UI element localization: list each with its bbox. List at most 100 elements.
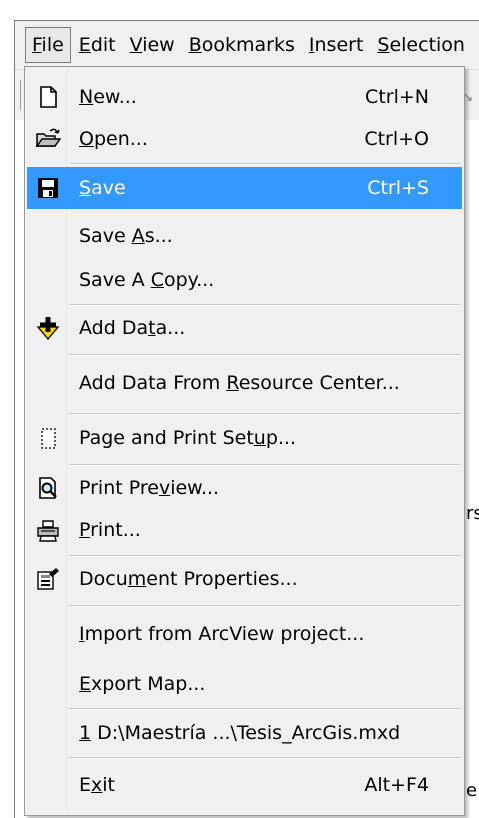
menu-file[interactable]: File xyxy=(25,27,71,63)
menu-selection-rest: election xyxy=(389,34,465,56)
menu-item-document-properties[interactable]: Document Properties... xyxy=(27,558,462,600)
menu-item-recent-file-1[interactable]: 1 D:\Maestría ...\Tesis_ArcGis.mxd xyxy=(27,712,462,754)
label-pre: Print Pre xyxy=(79,477,159,499)
label-pre: Add Da xyxy=(79,317,149,339)
label-pre: Page and Print Set xyxy=(79,427,254,449)
menu-item-save-shortcut: Ctrl+S xyxy=(367,177,429,199)
background-text-fragment: e xyxy=(466,780,478,801)
menu-item-new[interactable]: New... Ctrl+N xyxy=(27,76,462,118)
background-text-fragment: rsa xyxy=(466,503,479,524)
menu-separator xyxy=(69,413,460,415)
window-top-area xyxy=(0,0,479,20)
menu-item-save[interactable]: Save Ctrl+S xyxy=(27,167,462,209)
menu-insert[interactable]: Insert xyxy=(303,28,370,62)
label-mnemonic: S xyxy=(79,177,92,199)
label-post: s... xyxy=(144,225,173,247)
label-post: opy... xyxy=(164,269,215,291)
menu-selection[interactable]: Selection xyxy=(371,28,471,62)
menu-item-recent-file-1-label: 1 D:\Maestría ...\Tesis_ArcGis.mxd xyxy=(79,712,400,754)
menu-insert-rest: nsert xyxy=(314,34,364,56)
new-document-icon xyxy=(35,84,61,110)
menu-separator xyxy=(69,605,460,607)
menu-item-print-label: Print... xyxy=(79,509,141,551)
label-post: esource Center... xyxy=(238,372,400,394)
menu-item-save-a-copy[interactable]: Save A Copy... xyxy=(27,259,462,301)
label-post: it xyxy=(102,774,115,796)
label-post: a... xyxy=(155,317,186,339)
label-post: rint... xyxy=(90,519,141,541)
menu-file-rest: ile xyxy=(41,34,64,56)
menu-item-document-properties-label: Document Properties... xyxy=(79,558,298,600)
menu-item-save-as-label: Save As... xyxy=(79,215,173,257)
menu-item-page-print-setup[interactable]: Page and Print Setup... xyxy=(27,417,462,459)
menu-view[interactable]: View xyxy=(124,28,181,62)
printer-icon xyxy=(35,517,61,543)
menu-bar: File Edit View Bookmarks Insert Selectio… xyxy=(15,21,479,69)
label-post: iew... xyxy=(170,477,220,499)
label-pre: Add Data From xyxy=(79,372,227,394)
label-post: mport from ArcView project... xyxy=(84,623,365,645)
label-pre: E xyxy=(79,774,92,796)
file-menu-dropdown: New... Ctrl+N Open... Ctrl+O Save Ctrl+S… xyxy=(24,66,465,816)
menu-item-add-data[interactable]: Add Data... xyxy=(27,307,462,349)
menu-bookmarks-mnemonic: B xyxy=(188,34,202,56)
label-post: ent Properties... xyxy=(146,568,298,590)
menu-item-save-as[interactable]: Save As... xyxy=(27,215,462,257)
label-mnemonic: v xyxy=(158,477,171,499)
menu-item-save-a-copy-label: Save A Copy... xyxy=(79,259,214,301)
label-mnemonic: P xyxy=(79,519,91,541)
label-pre: Docu xyxy=(79,568,128,590)
menu-edit[interactable]: Edit xyxy=(73,28,122,62)
menu-item-print-preview[interactable]: Print Preview... xyxy=(27,467,462,509)
label-mnemonic: O xyxy=(79,128,94,150)
menu-item-export-map[interactable]: Export Map... xyxy=(27,663,462,705)
label-post: xport Map... xyxy=(91,673,206,695)
menu-separator xyxy=(69,354,460,356)
label-mnemonic: u xyxy=(253,427,266,449)
menu-separator xyxy=(69,708,460,710)
menu-item-add-data-label: Add Data... xyxy=(79,307,185,349)
menu-separator xyxy=(69,464,460,466)
label-mnemonic: x xyxy=(91,774,103,796)
menu-item-open-label: Open... xyxy=(79,118,148,160)
menu-separator xyxy=(69,304,460,306)
label-mnemonic: N xyxy=(79,86,94,108)
menu-edit-mnemonic: E xyxy=(78,34,91,56)
window-border-left xyxy=(14,20,15,818)
menu-item-import-arcview[interactable]: Import from ArcView project... xyxy=(27,613,462,655)
menu-item-new-label: New... xyxy=(79,76,137,118)
menu-item-exit-label: Exit xyxy=(79,764,115,806)
label-post: D:\Maestría ...\Tesis_ArcGis.mxd xyxy=(91,722,401,744)
menu-item-import-arcview-label: Import from ArcView project... xyxy=(79,613,364,655)
label-pre: Save A xyxy=(79,269,151,291)
label-post: ew... xyxy=(93,86,137,108)
open-folder-icon xyxy=(35,126,62,152)
menu-item-add-data-resource-center[interactable]: Add Data From Resource Center... xyxy=(27,362,462,404)
menu-separator xyxy=(69,555,460,557)
menu-item-exit-shortcut: Alt+F4 xyxy=(364,774,429,796)
menu-file-mnemonic: F xyxy=(32,34,42,56)
label-mnemonic: E xyxy=(79,673,92,695)
label-mnemonic: m xyxy=(127,568,147,590)
menu-separator xyxy=(69,757,460,759)
menu-bookmarks[interactable]: Bookmarks xyxy=(183,28,301,62)
menu-item-page-print-setup-label: Page and Print Setup... xyxy=(79,417,296,459)
label-mnemonic: t xyxy=(148,317,156,339)
label-mnemonic: A xyxy=(131,225,145,247)
menu-item-add-data-resource-center-label: Add Data From Resource Center... xyxy=(79,362,400,404)
menu-item-open[interactable]: Open... Ctrl+O xyxy=(27,118,462,160)
label-mnemonic: R xyxy=(226,372,239,394)
page-setup-icon xyxy=(35,425,61,451)
menu-item-export-map-label: Export Map... xyxy=(79,663,205,705)
label-mnemonic: 1 xyxy=(79,722,92,744)
menu-selection-mnemonic: S xyxy=(377,34,390,56)
label-mnemonic: C xyxy=(150,269,164,291)
label-pre: Save xyxy=(79,225,132,247)
save-disk-icon xyxy=(35,175,61,201)
add-data-icon xyxy=(35,315,61,341)
menu-view-mnemonic: V xyxy=(129,34,143,56)
menu-item-exit[interactable]: Exit Alt+F4 xyxy=(27,764,462,806)
menu-edit-rest: dit xyxy=(90,34,116,56)
menu-item-print[interactable]: Print... xyxy=(27,509,462,551)
print-preview-icon xyxy=(35,475,61,501)
